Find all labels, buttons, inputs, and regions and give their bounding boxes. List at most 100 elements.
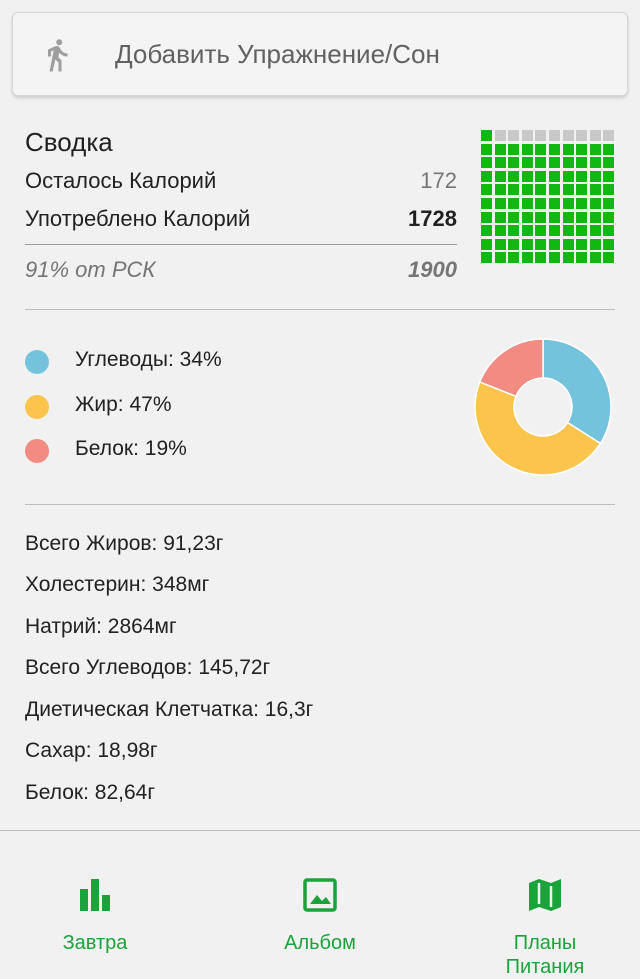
- nav-tomorrow-label: Завтра: [62, 932, 128, 954]
- grid-cell: [535, 170, 547, 182]
- grid-cell: [535, 211, 547, 223]
- grid-cell: [589, 170, 601, 182]
- calorie-progress-grid: [481, 130, 617, 266]
- grid-cell: [508, 238, 520, 250]
- grid-cell: [508, 157, 520, 169]
- image-icon: [303, 878, 337, 912]
- grid-cell: [494, 211, 506, 223]
- grid-cell: [521, 143, 533, 155]
- runner-icon: [48, 39, 68, 72]
- grid-cell: [494, 225, 506, 237]
- rsk-row: 91% от РСК 1900: [25, 257, 457, 289]
- grid-cell: [481, 157, 492, 169]
- grid-cell: [481, 184, 492, 196]
- grid-cell: [481, 130, 492, 141]
- grid-cell: [589, 225, 601, 237]
- grid-cell: [481, 238, 492, 250]
- grid-cell: [576, 184, 588, 196]
- nutrient-total-fat: Всего Жиров: 91,23г: [25, 532, 224, 555]
- grid-cell: [481, 170, 492, 182]
- grid-cell: [549, 170, 560, 182]
- grid-cell: [549, 143, 560, 155]
- grid-cell: [549, 157, 560, 169]
- grid-cell: [562, 238, 574, 250]
- grid-cell: [494, 238, 506, 250]
- nutrient-dietary-fiber: Диетическая Клетчатка: 16,3г: [25, 698, 314, 721]
- grid-cell: [603, 130, 615, 141]
- grid-cell: [481, 252, 492, 264]
- grid-cell: [508, 252, 520, 264]
- grid-cell: [549, 252, 560, 264]
- nutrient-total-carbs: Всего Углеводов: 145,72г: [25, 656, 271, 679]
- grid-cell: [603, 157, 615, 169]
- grid-cell: [589, 143, 601, 155]
- grid-cell: [535, 252, 547, 264]
- grid-cell: [521, 238, 533, 250]
- carbs-dot: [25, 350, 49, 374]
- grid-cell: [576, 252, 588, 264]
- grid-cell: [521, 184, 533, 196]
- consumed-calories-value: 1728: [408, 206, 457, 231]
- grid-cell: [494, 157, 506, 169]
- grid-cell: [508, 143, 520, 155]
- grid-cell: [508, 184, 520, 196]
- grid-cell: [589, 238, 601, 250]
- grid-cell: [576, 211, 588, 223]
- grid-cell: [603, 198, 615, 209]
- consumed-calories-row: Употреблено Калорий 1728: [25, 206, 457, 238]
- nutrient-protein: Белок: 82,64г: [25, 781, 155, 804]
- bottom-navigation: Завтра Альбом Планы Питания: [0, 831, 640, 979]
- grid-cell: [603, 225, 615, 237]
- grid-cell: [549, 198, 560, 209]
- grid-cell: [521, 157, 533, 169]
- grid-cell: [494, 184, 506, 196]
- grid-cell: [576, 198, 588, 209]
- grid-cell: [576, 130, 588, 141]
- summary-title: Сводка: [25, 127, 113, 157]
- grid-cell: [589, 130, 601, 141]
- protein-label: Белок: 19%: [75, 437, 187, 460]
- nutrient-sodium: Натрий: 2864мг: [25, 615, 177, 638]
- protein-dot: [25, 439, 49, 463]
- grid-cell: [576, 238, 588, 250]
- grid-cell: [562, 143, 574, 155]
- fat-label: Жир: 47%: [75, 393, 172, 416]
- grid-cell: [535, 157, 547, 169]
- grid-cell: [494, 252, 506, 264]
- rsk-value: 1900: [408, 257, 457, 282]
- grid-cell: [521, 198, 533, 209]
- grid-cell: [603, 170, 615, 182]
- grid-cell: [589, 252, 601, 264]
- add-exercise-sleep-button[interactable]: Добавить Упражнение/Сон: [12, 12, 628, 96]
- grid-cell: [603, 211, 615, 223]
- grid-cell: [535, 130, 547, 141]
- nutrient-sugar: Сахар: 18,98г: [25, 739, 158, 762]
- remaining-calories-value: 172: [420, 168, 457, 193]
- grid-cell: [535, 225, 547, 237]
- nutrient-cholesterol: Холестерин: 348мг: [25, 573, 210, 596]
- summary-divider: [25, 244, 457, 245]
- section-divider: [25, 309, 615, 310]
- grid-cell: [589, 184, 601, 196]
- grid-cell: [576, 143, 588, 155]
- grid-cell: [549, 238, 560, 250]
- grid-cell: [535, 198, 547, 209]
- grid-cell: [521, 252, 533, 264]
- grid-cell: [589, 157, 601, 169]
- grid-cell: [549, 211, 560, 223]
- grid-cell: [508, 225, 520, 237]
- grid-cell: [549, 130, 560, 141]
- remaining-calories-label: Осталось Калорий: [25, 168, 217, 193]
- grid-cell: [481, 198, 492, 209]
- grid-cell: [508, 130, 520, 141]
- grid-cell: [494, 198, 506, 209]
- map-icon: [529, 879, 561, 911]
- grid-cell: [562, 225, 574, 237]
- grid-cell: [481, 211, 492, 223]
- grid-cell: [603, 238, 615, 250]
- remaining-calories-row: Осталось Калорий 172: [25, 168, 457, 200]
- grid-cell: [603, 143, 615, 155]
- carbs-label: Углеводы: 34%: [75, 348, 222, 371]
- grid-cell: [521, 225, 533, 237]
- grid-cell: [549, 184, 560, 196]
